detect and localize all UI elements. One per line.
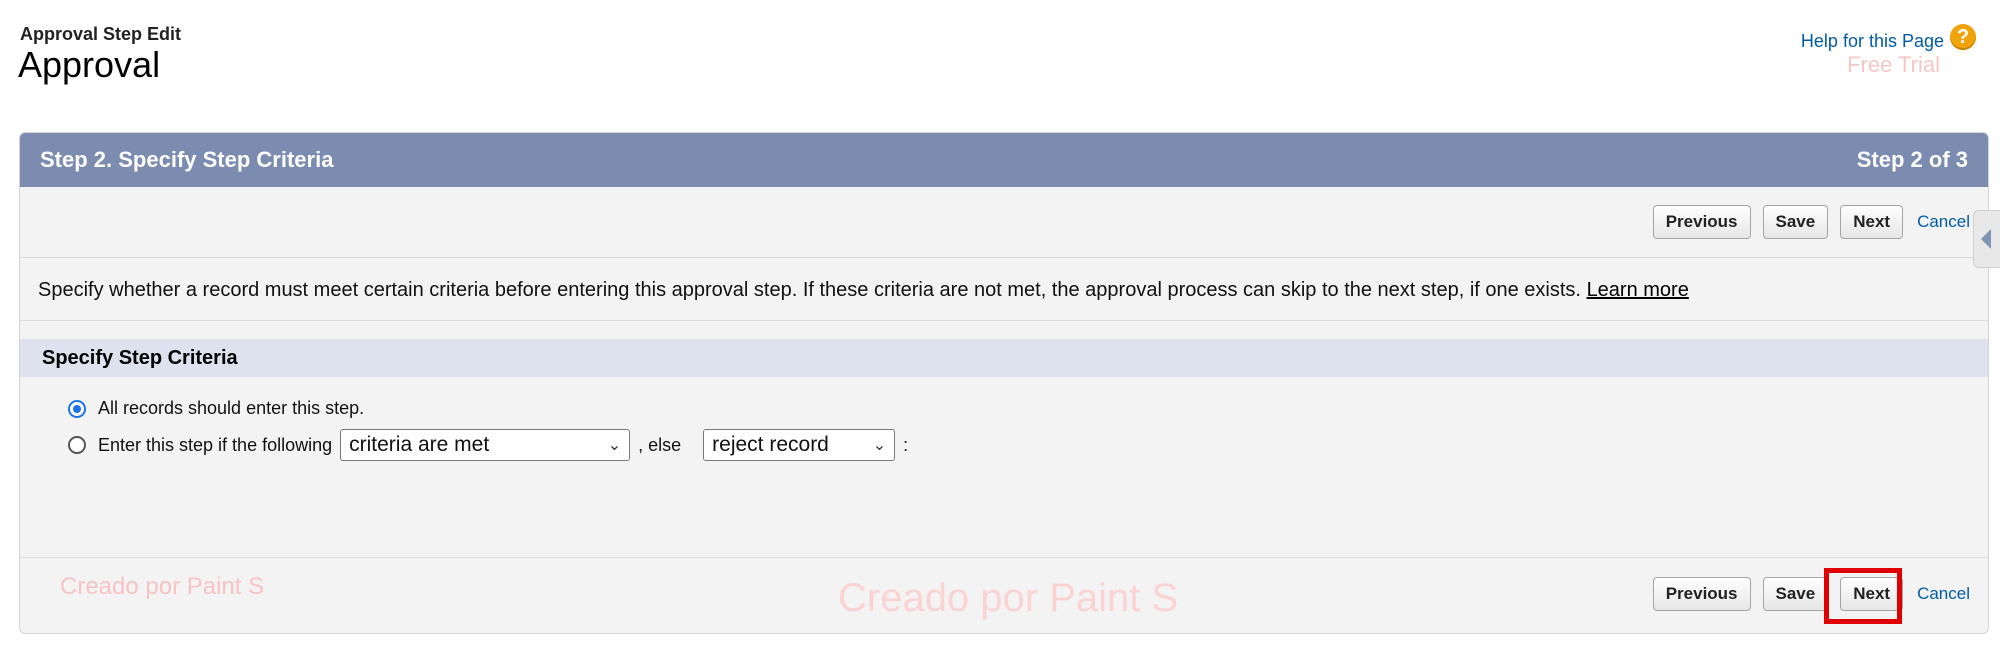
divider: [20, 257, 1988, 258]
criteria-select[interactable]: criteria are met ⌄: [340, 429, 631, 461]
save-button-bottom[interactable]: Save: [1762, 577, 1829, 611]
radio-all-records[interactable]: [68, 399, 86, 418]
panel-header-title: Step 2. Specify Step Criteria: [40, 147, 334, 172]
chevron-down-icon: ⌄: [872, 437, 887, 454]
watermark-left: Creado por Paint S: [60, 573, 265, 600]
radio-criteria-label: Enter this step if the following: [98, 434, 333, 455]
cancel-link-bottom[interactable]: Cancel: [1917, 584, 1970, 604]
page-subtitle: Approval Step Edit: [20, 24, 182, 44]
next-button-highlight: [1824, 568, 1902, 624]
watermark-center: Creado por Paint S: [838, 576, 1179, 620]
bottom-button-row: Previous Save Next Cancel: [1652, 577, 1970, 611]
step-description: Specify whether a record must meet certa…: [38, 279, 1689, 302]
radio-option-criteria[interactable]: Enter this step if the following criteri…: [68, 429, 908, 461]
radio-criteria[interactable]: [68, 436, 86, 454]
cancel-link-top[interactable]: Cancel: [1917, 212, 1970, 232]
previous-button-top[interactable]: Previous: [1652, 205, 1751, 239]
colon-label: :: [903, 434, 909, 455]
side-collapse-tab[interactable]: [1973, 210, 2000, 268]
step-counter: Step 2 of 3: [1856, 147, 1968, 172]
divider: [20, 320, 1988, 321]
learn-more-link[interactable]: Learn more: [1587, 279, 1689, 301]
section-header: Specify Step Criteria: [20, 339, 1988, 377]
top-button-row: Previous Save Next Cancel: [1652, 205, 1970, 239]
panel-header: Step 2. Specify Step Criteria Step 2 of …: [20, 133, 1988, 187]
else-label: , else: [638, 434, 682, 455]
save-button-top[interactable]: Save: [1762, 205, 1829, 239]
question-circle-icon[interactable]: ?: [1950, 24, 1976, 50]
else-select-value: reject record: [712, 433, 829, 456]
next-button-top[interactable]: Next: [1840, 205, 1904, 239]
else-select[interactable]: reject record ⌄: [703, 429, 896, 461]
divider: [20, 557, 1988, 558]
criteria-select-value: criteria are met: [349, 433, 490, 456]
section-title: Specify Step Criteria: [42, 346, 238, 369]
step-panel: Step 2. Specify Step Criteria Step 2 of …: [19, 132, 1989, 634]
description-text: Specify whether a record must meet certa…: [38, 279, 1581, 301]
radio-all-label: All records should enter this step.: [98, 398, 365, 418]
radio-option-all[interactable]: All records should enter this step.: [68, 398, 364, 419]
page-title: Approval: [18, 44, 161, 85]
help-link[interactable]: Help for this Page: [1801, 31, 1944, 52]
previous-button-bottom[interactable]: Previous: [1652, 577, 1751, 611]
chevron-down-icon: ⌄: [607, 437, 622, 454]
free-trial-watermark: Free Trial: [1847, 52, 1940, 77]
